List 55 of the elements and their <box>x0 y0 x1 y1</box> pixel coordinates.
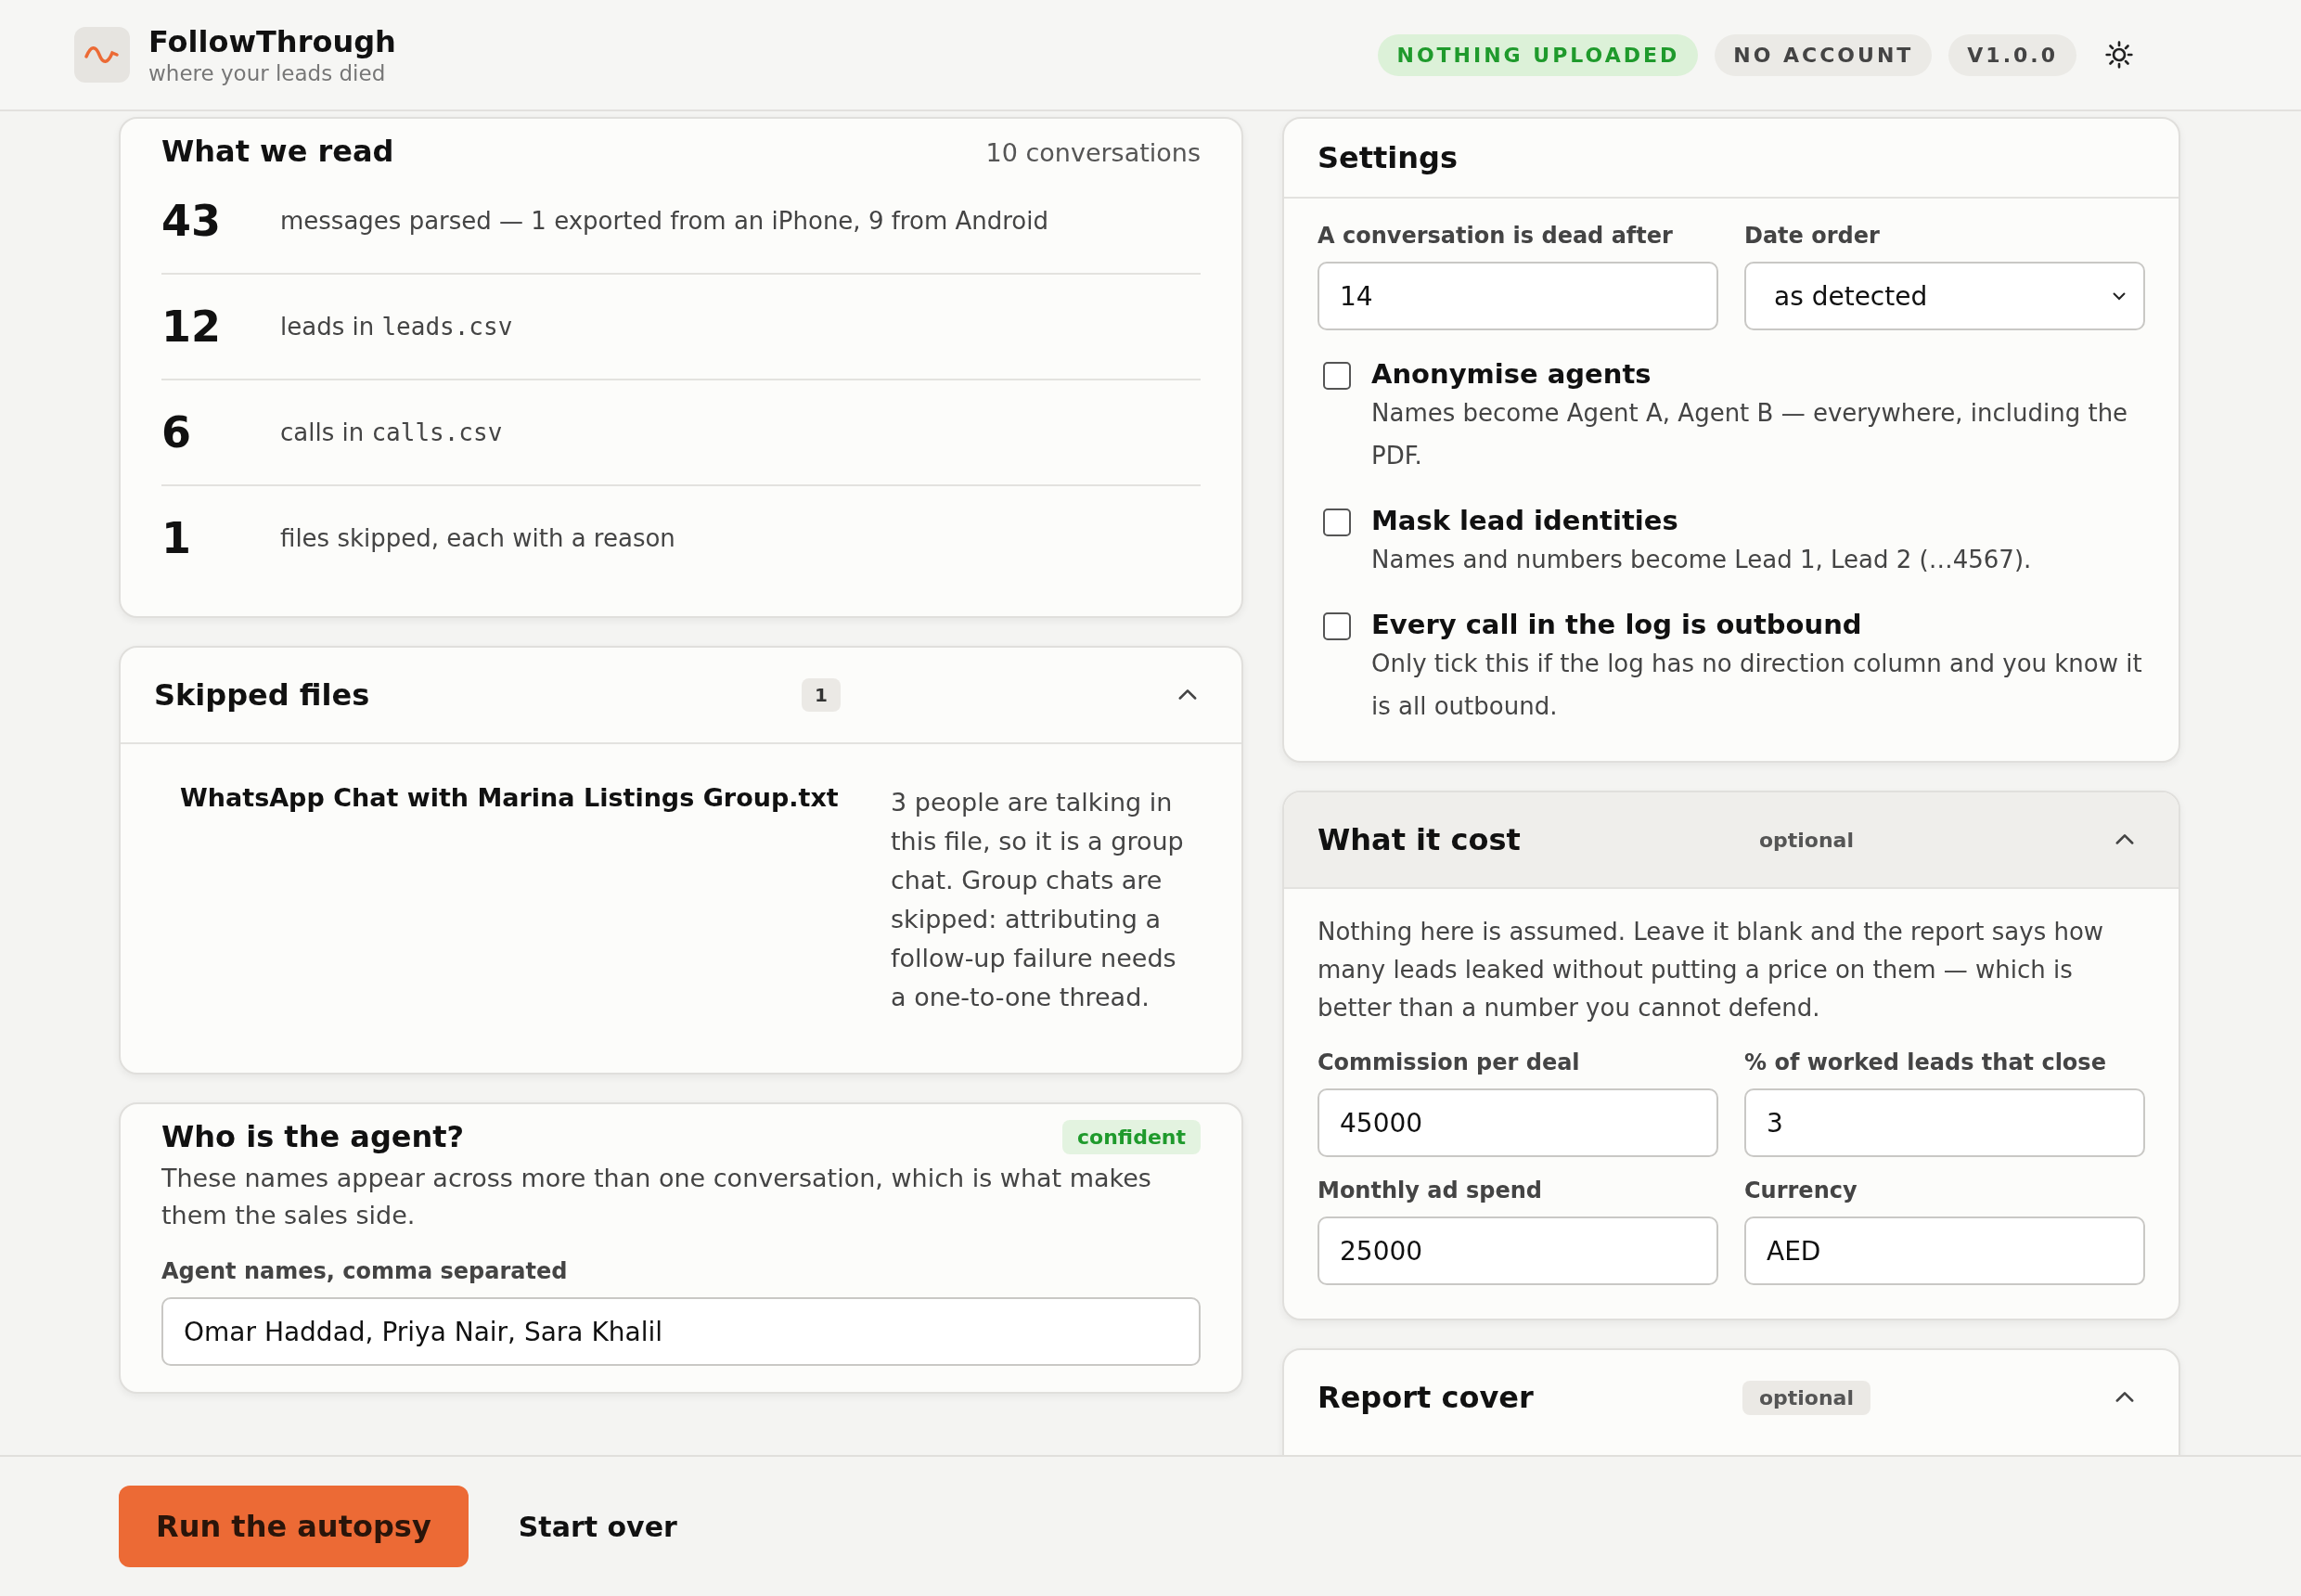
section-title: What it cost <box>1318 822 1522 857</box>
confidence-badge: confident <box>1062 1119 1201 1154</box>
stat-number: 12 <box>161 302 222 352</box>
input-field[interactable]: 45000 <box>1318 1088 1718 1157</box>
option-label[interactable]: Every call in the log is outbound <box>1371 609 2145 640</box>
option-description: Only tick this if the log has no direction column and you know it is all outbound. <box>1371 649 2143 722</box>
option-label[interactable]: Anonymise agents <box>1371 358 2145 390</box>
input-field[interactable]: 14 <box>1318 262 1718 330</box>
run-button[interactable]: Run the autopsy <box>119 1486 469 1567</box>
start-over-button[interactable]: Start over <box>518 1510 677 1543</box>
wave-logo-icon <box>74 27 130 83</box>
section-title: Settings <box>1318 140 1459 175</box>
section-title: Skipped files <box>154 677 371 713</box>
field-label: Commission per deal <box>1318 1049 1581 1075</box>
input-field[interactable]: 3 <box>1744 1088 2145 1157</box>
optional-tag: optional <box>1742 1380 1870 1415</box>
field-label: Currency <box>1744 1178 1858 1203</box>
checkbox[interactable] <box>1323 362 1351 390</box>
status-badge: NOTHING UPLOADED <box>1378 33 1699 76</box>
field-label: % of worked leads that close <box>1744 1049 2107 1075</box>
skip-reason: 3 people are talking in this file, so it is a group chat. Group chats are skipped: attributing a follow-up failure needs a one-to-one thread. <box>891 787 1185 1013</box>
agent-names-field[interactable]: Omar Haddad, Priya Nair, Sara Khalil <box>161 1297 1201 1366</box>
stat-label: messages parsed — 1 exported from an iPhone, 9 from Android <box>280 207 1048 235</box>
input-field[interactable]: 25000 <box>1318 1216 1718 1285</box>
section-title: Report cover <box>1318 1380 1535 1415</box>
status-badge: V1.0.0 <box>1948 33 2076 76</box>
stat-label: calls in calls.csv <box>280 418 503 446</box>
theme-toggle-icon[interactable] <box>2104 40 2134 70</box>
field-label: Date order <box>1744 223 1881 249</box>
card-description: These names appear across more than one conversation, which is what makes them the sales side. <box>161 1163 1152 1231</box>
checkbox[interactable] <box>1323 508 1351 536</box>
input-field[interactable]: AED <box>1744 1216 2145 1285</box>
app-title: FollowThrough <box>148 24 396 59</box>
field-label: Monthly ad spend <box>1318 1178 1543 1203</box>
count-badge: 1 <box>802 678 841 712</box>
stat-label: files skipped, each with a reason <box>280 524 675 552</box>
conversation-count: 10 conversations <box>985 138 1201 167</box>
checkbox[interactable] <box>1323 612 1351 640</box>
stat-label: leads in leads.csv <box>280 313 513 341</box>
option-label[interactable]: Mask lead identities <box>1371 505 2032 536</box>
optional-tag: optional <box>1742 822 1870 857</box>
stat-number: 43 <box>161 196 222 246</box>
cost-note: Nothing here is assumed. Leave it blank and the report says how many leads leaked without putting a price on them — which is better than a number you cannot defend. <box>1318 917 2105 1023</box>
card-title: What we read <box>161 134 394 169</box>
stat-number: 1 <box>161 513 192 563</box>
stat-number: 6 <box>161 407 192 457</box>
status-badge: NO ACCOUNT <box>1715 33 1933 76</box>
field-label: A conversation is dead after <box>1318 223 1674 249</box>
app-tagline: where your leads died <box>148 61 387 85</box>
card-title: Who is the agent? <box>161 1119 465 1154</box>
option-description: Names and numbers become Lead 1, Lead 2 (…4567). <box>1371 545 2032 575</box>
dropdown[interactable]: as detected <box>1744 262 2145 330</box>
field-label: Agent names, comma separated <box>161 1258 569 1284</box>
option-description: Names become Agent A, Agent B — everywhere, including the PDF. <box>1371 398 2129 471</box>
file-name: WhatsApp Chat with Marina Listings Group.txt <box>180 783 840 814</box>
